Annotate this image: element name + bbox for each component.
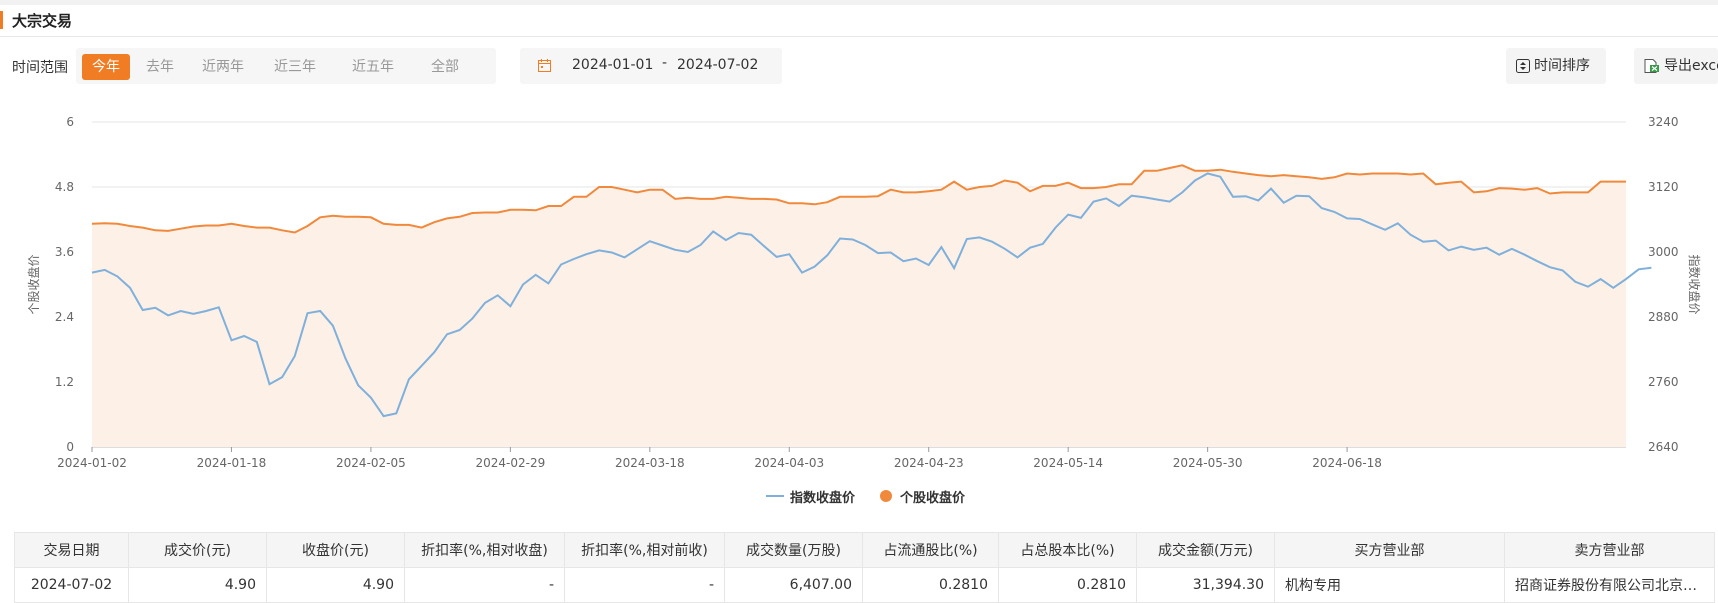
calendar-icon [538,59,551,72]
col-header-discount-close: 折扣率(%,相对收盘) [404,532,565,568]
cell-amount: 31,394.30 [1136,567,1275,603]
date-range-picker[interactable]: 2024-01-01 - 2024-07-02 [520,48,782,84]
time-sort-label: 时间排序 [1534,58,1590,74]
col-header-buyer: 买方营业部 [1274,532,1505,568]
time-range-label: 时间范围 [12,60,68,76]
section-title: 大宗交易 [12,12,73,30]
col-header-total-ratio: 占总股本比(%) [998,532,1137,568]
legend-line-marker [766,495,784,497]
cell-close-price: 4.90 [266,567,405,603]
y-right-tick-label: 2760 [1648,375,1679,389]
filter-bar: 时间范围 今年 去年 近两年 近三年 近五年 全部 2024-01-01 - 2… [0,48,1718,84]
cell-total-ratio: 0.2810 [998,567,1137,603]
y-left-tick-label: 4.8 [55,180,74,194]
range-button-last-year[interactable]: 去年 [136,54,184,80]
col-header-volume: 成交数量(万股) [724,532,863,568]
export-label: 导出excel [1664,58,1718,74]
x-tick-label: 2024-04-03 [754,456,824,470]
stock-area-fill [92,165,1626,448]
time-range-group: 今年 去年 近两年 近三年 近五年 全部 [76,48,496,84]
export-excel-button[interactable]: 导出excel [1634,48,1718,84]
y-right-tick-label: 3000 [1648,245,1679,259]
y-left-tick-label: 2.4 [55,310,74,324]
cell-trade-price: 4.90 [128,567,267,603]
range-button-three-years[interactable]: 近三年 [266,54,324,80]
y-right-tick-label: 2640 [1648,440,1679,454]
col-header-seller: 卖方营业部 [1504,532,1715,568]
table-header-row: 交易日期 成交价(元) 收盘价(元) 折扣率(%,相对收盘) 折扣率(%,相对前… [14,532,1715,568]
top-divider [0,0,1718,5]
table-row[interactable]: 2024-07-02 4.90 4.90 - - 6,407.00 0.2810… [14,567,1715,603]
col-header-trade-price: 成交价(元) [128,532,267,568]
date-end[interactable]: 2024-07-02 [677,57,758,73]
y-left-axis-title: 个股收盘价 [26,254,41,314]
cell-discount-prev: - [564,567,725,603]
y-left-tick-label: 1.2 [55,375,74,389]
y-left-tick-label: 3.6 [55,245,74,259]
cell-buyer: 机构专用 [1274,567,1505,603]
col-header-float-ratio: 占流通股比(%) [862,532,999,568]
legend-label-stock: 个股收盘价 [900,491,966,506]
col-header-trade-date: 交易日期 [14,532,129,568]
legend-label-index: 指数收盘价 [790,491,856,506]
cell-trade-date: 2024-07-02 [14,567,129,603]
col-header-close-price: 收盘价(元) [266,532,405,568]
x-tick-label: 2024-02-05 [336,456,406,470]
section-accent-bar [0,11,3,29]
y-right-tick-label: 3240 [1648,115,1679,129]
y-right-axis-title: 指数收盘价 [1687,254,1702,314]
section-header: 大宗交易 [0,8,1718,37]
range-button-this-year[interactable]: 今年 [82,54,130,80]
range-button-all[interactable]: 全部 [422,54,468,80]
excel-icon [1644,59,1659,73]
range-button-two-years[interactable]: 近两年 [194,54,252,80]
y-left-tick-label: 0 [66,440,74,454]
block-trade-table: 交易日期 成交价(元) 收盘价(元) 折扣率(%,相对收盘) 折扣率(%,相对前… [14,532,1715,603]
col-header-amount: 成交金额(万元) [1136,532,1275,568]
cell-volume: 6,407.00 [724,567,863,603]
date-start[interactable]: 2024-01-01 [572,57,653,73]
date-separator: - [662,55,668,71]
x-tick-label: 2024-03-18 [615,456,685,470]
x-tick-label: 2024-06-18 [1312,456,1382,470]
col-header-discount-prev: 折扣率(%,相对前收) [564,532,725,568]
x-tick-label: 2024-05-14 [1033,456,1103,470]
time-sort-button[interactable]: 时间排序 [1506,48,1606,84]
x-tick-label: 2024-01-02 [57,456,127,470]
y-right-tick-label: 3120 [1648,180,1679,194]
cell-seller: 招商证券股份有限公司北京… [1504,567,1715,603]
x-tick-label: 2024-02-29 [475,456,545,470]
legend-dot-marker [880,490,892,502]
cell-discount-close: - [404,567,565,603]
x-tick-label: 2024-04-23 [894,456,964,470]
sort-icon [1516,59,1530,73]
range-button-five-years[interactable]: 近五年 [344,54,402,80]
y-right-tick-label: 2880 [1648,310,1679,324]
x-tick-label: 2024-01-18 [197,456,267,470]
y-left-tick-label: 6 [66,115,74,129]
cell-float-ratio: 0.2810 [862,567,999,603]
x-tick-label: 2024-05-30 [1173,456,1243,470]
price-chart: 0 1.2 2.4 3.6 4.8 6 2640 2760 2880 3000 3120 3240 个股… [26,115,1702,470]
